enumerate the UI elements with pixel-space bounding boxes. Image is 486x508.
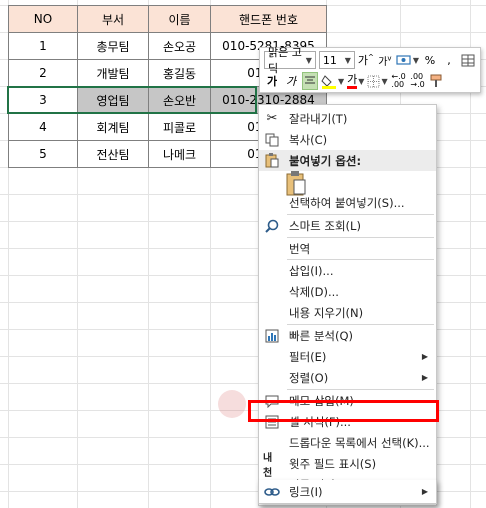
header-cell-name[interactable]: 이름 — [148, 5, 211, 33]
font-size-value: 11 — [322, 53, 337, 67]
percent-style-button[interactable]: % — [422, 51, 438, 69]
menu-item-copy[interactable]: 복사(C) — [259, 129, 436, 150]
decrease-decimal-icon: .00 →.0 — [410, 72, 425, 89]
menu-item-sort[interactable]: 정렬(O) ▶ — [259, 367, 436, 388]
menu-item-quick-analysis[interactable]: 빠른 분석(Q) — [259, 325, 436, 346]
increase-font-size-button[interactable]: 가^ — [358, 51, 374, 69]
menu-item-delete[interactable]: 삭제(D)... — [259, 281, 436, 302]
menu-item-show-phonetic[interactable]: 내천 윗주 필드 표시(S) — [259, 452, 436, 479]
increase-decimal-icon: ←.0.00 — [391, 72, 406, 89]
chevron-right-icon: ▶ — [421, 373, 428, 382]
insert-comment-icon — [263, 392, 281, 410]
header-cell-phone[interactable]: 핸드폰 번호 — [210, 5, 327, 33]
copy-icon — [263, 131, 281, 149]
link-icon — [263, 483, 281, 501]
chevron-right-icon: ▶ — [421, 352, 428, 361]
cell[interactable]: 개발팀 — [77, 59, 149, 87]
cell[interactable]: 영업팀 — [77, 86, 149, 114]
cell[interactable]: 손오반 — [148, 86, 211, 114]
menu-item-clear-contents[interactable]: 내용 지우기(N) — [259, 302, 436, 323]
decrease-decimal-button[interactable]: .00 →.0 — [410, 72, 426, 90]
bold-button[interactable]: 가 — [264, 72, 280, 90]
menu-item-cut[interactable]: ✂ 잘라내기(T) — [259, 108, 436, 129]
menu-item-format-cells[interactable]: 셀 서식(F)... — [259, 411, 436, 432]
format-table-button[interactable] — [460, 51, 476, 69]
font-name-select[interactable]: 맑은 고딕 ▼ — [264, 46, 316, 75]
cell[interactable]: 홍길동 — [148, 59, 211, 87]
menu-item-link[interactable]: 링크(I) ▶ — [259, 481, 436, 502]
chevron-down-icon: ▼ — [358, 76, 365, 86]
borders-icon — [367, 75, 380, 87]
cell[interactable]: 3 — [8, 86, 78, 114]
scissors-icon: ✂ — [266, 111, 278, 126]
menu-item-pick-from-dropdown[interactable]: 드롭다운 목록에서 선택(K)... — [259, 432, 436, 453]
font-color-glyph: 가 — [347, 73, 358, 89]
table-header-row: NO 부서 이름 핸드폰 번호 — [8, 5, 327, 33]
format-painter-button[interactable] — [429, 72, 445, 90]
cell[interactable]: 전산팀 — [77, 140, 149, 168]
align-center-icon — [305, 76, 315, 84]
phonetic-icon: 내천 — [263, 452, 273, 479]
menu-item-paste-special[interactable]: 선택하여 붙여넣기(S)... — [259, 192, 436, 213]
header-cell-no[interactable]: NO — [8, 5, 78, 33]
context-menu-tail: 링크(I) ▶ — [258, 480, 437, 504]
cell[interactable]: 4 — [8, 113, 78, 141]
cell[interactable]: 회계팀 — [77, 113, 149, 141]
borders-button[interactable]: ▼ — [367, 72, 388, 90]
cell[interactable]: 피콜로 — [148, 113, 211, 141]
format-painter-icon — [430, 74, 442, 87]
cell[interactable]: 2 — [8, 59, 78, 87]
menu-item-translate[interactable]: 번역 — [259, 238, 436, 259]
menu-item-filter[interactable]: 필터(E) ▶ — [259, 346, 436, 367]
font-shrink-icon: 가v — [378, 54, 392, 68]
cell[interactable]: 5 — [8, 140, 78, 168]
quick-analysis-icon — [263, 327, 281, 345]
cell[interactable]: 1 — [8, 32, 78, 60]
font-grow-icon: 가^ — [357, 53, 374, 67]
menu-item-insert[interactable]: 삽입(I)... — [259, 260, 436, 281]
font-size-select[interactable]: 11 ▼ — [318, 51, 355, 69]
context-menu: ✂ 잘라내기(T) 복사(C) 붙여넣기 옵션: 선택하여 붙여넣기(S)...… — [258, 104, 437, 506]
menu-item-paste-options: 붙여넣기 옵션: — [259, 150, 436, 171]
font-color-button[interactable]: 가 ▼ — [347, 72, 364, 90]
cell[interactable]: 나메크 — [148, 140, 211, 168]
chevron-down-icon: ▼ — [338, 76, 345, 86]
comma-style-button[interactable]: , — [441, 51, 457, 69]
accounting-icon — [396, 55, 411, 65]
chevron-down-icon: ▼ — [305, 55, 312, 65]
mini-toolbar: 맑은 고딕 ▼ 11 ▼ 가^ 가v ▼ % , 가 가 ▼ 가 ▼ ▼ ←.0… — [259, 46, 481, 93]
chevron-down-icon: ▼ — [344, 55, 351, 65]
accounting-format-button[interactable]: ▼ — [396, 51, 419, 69]
search-icon — [263, 217, 281, 235]
increase-decimal-button[interactable]: ←.0.00 — [391, 72, 407, 90]
chevron-right-icon: ▶ — [421, 487, 428, 496]
decrease-font-size-button[interactable]: 가v — [377, 51, 393, 69]
align-center-button[interactable] — [302, 72, 318, 90]
italic-button[interactable]: 가 — [283, 72, 299, 90]
cell[interactable]: 손오공 — [148, 32, 211, 60]
chevron-down-icon: ▼ — [381, 76, 388, 86]
menu-item-insert-comment[interactable]: 메모 삽입(M) — [259, 390, 436, 411]
table-format-icon — [461, 54, 475, 66]
format-cells-icon — [263, 413, 281, 431]
paste-icon — [263, 152, 281, 170]
fill-color-button[interactable]: ▼ — [321, 72, 344, 90]
cell[interactable]: 총무팀 — [77, 32, 149, 60]
fill-bucket-icon — [321, 75, 336, 89]
header-cell-dept[interactable]: 부서 — [77, 5, 149, 33]
chevron-down-icon: ▼ — [412, 55, 419, 65]
menu-item-smart-lookup[interactable]: 스마트 조회(L) — [259, 215, 436, 236]
